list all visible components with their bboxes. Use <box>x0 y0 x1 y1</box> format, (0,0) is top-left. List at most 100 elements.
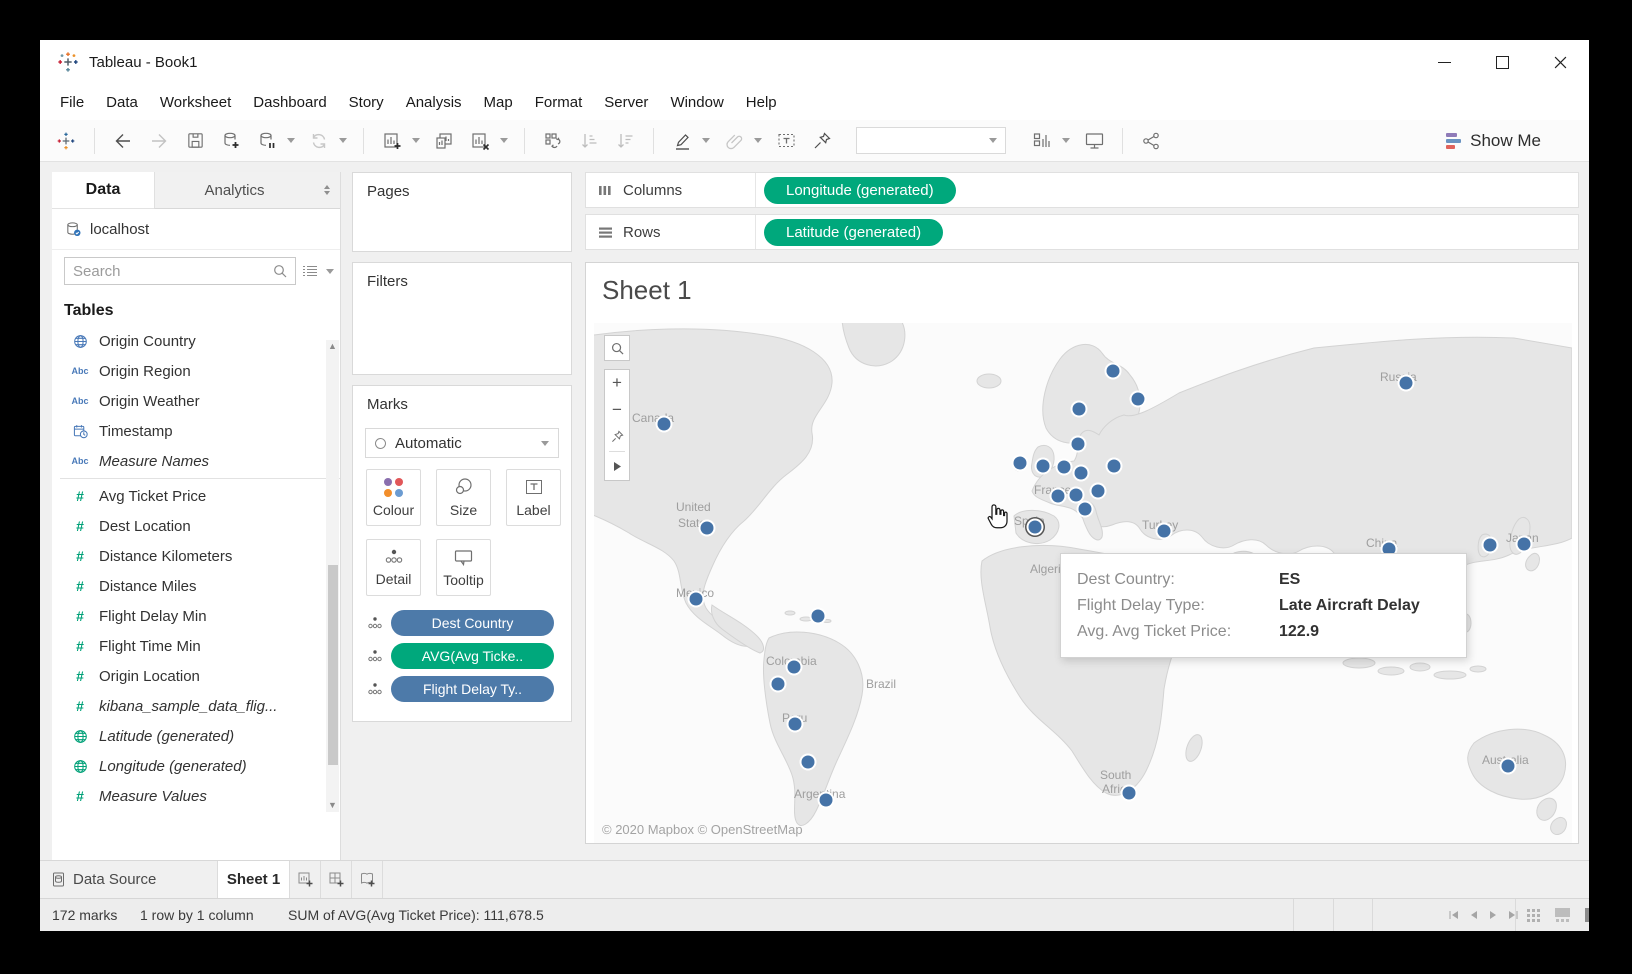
menu-analysis[interactable]: Analysis <box>395 94 473 111</box>
share-button[interactable] <box>1139 129 1163 153</box>
duplicate-sheet-button[interactable] <box>432 129 456 153</box>
next-sheet-icon[interactable] <box>1489 910 1497 920</box>
mark-argentina[interactable] <box>820 794 833 807</box>
menu-help[interactable]: Help <box>735 94 788 111</box>
show-sheet-sorter-icon[interactable] <box>1527 909 1540 922</box>
map-view[interactable]: CanadaUnitedStatesMexicoColombiaPeruBraz… <box>594 323 1572 843</box>
zoom-controls-expand-button[interactable] <box>605 453 629 480</box>
rows-shelf[interactable]: Rows Latitude (generated) <box>585 214 1579 250</box>
swap-rows-columns-button[interactable] <box>541 129 565 153</box>
field-origin-location[interactable]: # Origin Location <box>52 661 340 691</box>
mark-spain[interactable] <box>1029 521 1042 534</box>
run-update-button[interactable] <box>307 129 331 153</box>
tab-analytics[interactable]: Analytics <box>154 172 314 209</box>
tab-sheet-1[interactable]: Sheet 1 <box>218 861 290 898</box>
field-measure-values[interactable]: # Measure Values <box>52 781 340 811</box>
field-list-options-dropdown[interactable] <box>326 269 334 274</box>
menu-map[interactable]: Map <box>473 94 524 111</box>
new-worksheet-button[interactable] <box>380 129 404 153</box>
field-kibana-sample-data-flig[interactable]: # kibana_sample_data_flig... <box>52 691 340 721</box>
menu-story[interactable]: Story <box>338 94 395 111</box>
pill-longitude[interactable]: Longitude (generated) <box>764 177 956 204</box>
maximize-button[interactable] <box>1473 40 1531 84</box>
menu-data[interactable]: Data <box>95 94 149 111</box>
mark-italy[interactable] <box>1079 503 1092 516</box>
mark-austria[interactable] <box>1092 485 1105 498</box>
pill-dest-country[interactable]: Dest Country <box>391 610 554 636</box>
redo-button[interactable] <box>147 129 171 153</box>
mark-ireland[interactable] <box>1014 457 1027 470</box>
size-button[interactable]: Size <box>436 469 491 526</box>
zoom-in-button[interactable]: + <box>605 370 629 397</box>
pages-card[interactable]: Pages <box>352 172 572 252</box>
mark-colombia[interactable] <box>788 661 801 674</box>
scroll-up-icon[interactable]: ▲ <box>326 340 339 353</box>
mark-sweden[interactable] <box>1107 365 1120 378</box>
menu-window[interactable]: Window <box>659 94 734 111</box>
field-origin-weather[interactable]: Abc Origin Weather <box>52 386 340 416</box>
field-dest-location[interactable]: # Dest Location <box>52 511 340 541</box>
data-source-connection[interactable]: localhost <box>52 209 340 250</box>
save-button[interactable] <box>183 129 207 153</box>
field-longitude-generated[interactable]: Longitude (generated) <box>52 751 340 781</box>
highlight-button[interactable] <box>670 129 694 153</box>
mark-mexico[interactable] <box>690 593 703 606</box>
mark-caribbean[interactable] <box>812 610 825 623</box>
show-hide-cards-button[interactable] <box>1030 129 1054 153</box>
previous-sheet-icon[interactable] <box>1470 910 1478 920</box>
field-avg-ticket-price[interactable]: # Avg Ticket Price <box>52 481 340 511</box>
mark-germany[interactable] <box>1075 467 1088 480</box>
new-dashboard-tab-button[interactable] <box>321 861 352 898</box>
sort-descending-button[interactable] <box>613 129 637 153</box>
tooltip-button[interactable]: Tooltip <box>436 539 491 596</box>
mark-switzerland[interactable] <box>1070 489 1083 502</box>
field-timestamp[interactable]: Timestamp <box>52 416 340 446</box>
columns-shelf[interactable]: Columns Longitude (generated) <box>585 172 1579 208</box>
field-list-scrollbar[interactable]: ▲ ▼ <box>326 340 339 812</box>
clear-sheet-button[interactable] <box>468 129 492 153</box>
menu-format[interactable]: Format <box>524 94 594 111</box>
label-button[interactable]: Label <box>506 469 561 526</box>
mark-united-kingdom[interactable] <box>1037 460 1050 473</box>
clear-sheet-dropdown[interactable] <box>500 138 508 143</box>
mark-finland[interactable] <box>1132 393 1145 406</box>
fix-axes-pin-icon[interactable] <box>810 129 834 153</box>
tab-data-source[interactable]: Data Source <box>40 861 218 898</box>
field-distance-kilometers[interactable]: # Distance Kilometers <box>52 541 340 571</box>
menu-worksheet[interactable]: Worksheet <box>149 94 242 111</box>
first-sheet-icon[interactable] <box>1448 910 1459 920</box>
mark-norway[interactable] <box>1073 403 1086 416</box>
new-worksheet-tab-button[interactable] <box>290 861 321 898</box>
new-story-tab-button[interactable] <box>352 861 383 898</box>
sort-ascending-button[interactable] <box>577 129 601 153</box>
mark-russia[interactable] <box>1400 377 1413 390</box>
mark-poland[interactable] <box>1108 460 1121 473</box>
fit-dropdown[interactable] <box>856 127 1006 154</box>
minimize-button[interactable] <box>1415 40 1473 84</box>
menu-server[interactable]: Server <box>593 94 659 111</box>
group-members-dropdown[interactable] <box>754 138 762 143</box>
group-members-button[interactable] <box>722 129 746 153</box>
pill-latitude[interactable]: Latitude (generated) <box>764 219 943 246</box>
last-sheet-icon[interactable] <box>1508 910 1519 920</box>
map-search-button[interactable] <box>604 335 630 361</box>
undo-button[interactable] <box>111 129 135 153</box>
pill-flight-delay-ty[interactable]: Flight Delay Ty.. <box>391 676 554 702</box>
scrollbar-thumb[interactable] <box>328 565 338 765</box>
field-flight-time-min[interactable]: # Flight Time Min <box>52 631 340 661</box>
zoom-out-button[interactable]: − <box>605 397 629 424</box>
view-as-list-icon[interactable] <box>302 264 318 278</box>
mark-united-states[interactable] <box>701 522 714 535</box>
mark-denmark[interactable] <box>1072 438 1085 451</box>
zoom-home-pin-button[interactable] <box>605 424 629 451</box>
filters-card[interactable]: Filters <box>352 262 572 375</box>
mark-japan[interactable] <box>1518 538 1531 551</box>
show-hide-cards-dropdown[interactable] <box>1062 138 1070 143</box>
field-latitude-generated[interactable]: Latitude (generated) <box>52 721 340 751</box>
pause-auto-updates-button[interactable] <box>255 129 279 153</box>
presentation-mode-button[interactable] <box>1082 129 1106 153</box>
field-origin-region[interactable]: Abc Origin Region <box>52 356 340 386</box>
mark-chile[interactable] <box>802 756 815 769</box>
menu-file[interactable]: File <box>49 94 95 111</box>
mark-australia[interactable] <box>1502 760 1515 773</box>
